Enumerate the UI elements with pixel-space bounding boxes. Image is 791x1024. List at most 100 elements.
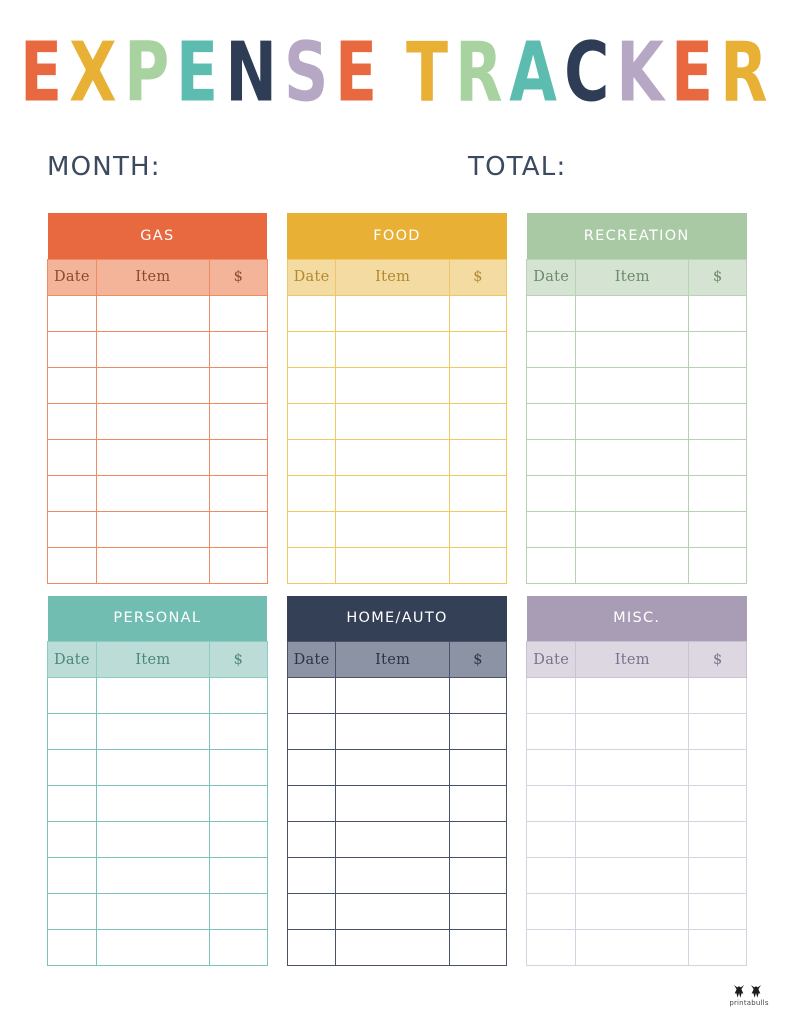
cell-date[interactable] — [286, 857, 337, 894]
cell-date[interactable] — [286, 749, 337, 786]
cell-amount[interactable] — [209, 402, 268, 440]
cell-amount[interactable] — [209, 821, 268, 858]
cell-item[interactable] — [575, 330, 690, 368]
cell-item[interactable] — [575, 893, 690, 930]
cell-date[interactable] — [526, 713, 577, 750]
cell-item[interactable] — [95, 402, 211, 440]
cell-date[interactable] — [286, 821, 337, 858]
cell-item[interactable] — [575, 510, 690, 548]
cell-amount[interactable] — [688, 785, 748, 822]
cell-amount[interactable] — [209, 893, 268, 930]
cell-item[interactable] — [575, 474, 690, 512]
cell-date[interactable] — [47, 438, 97, 476]
cell-date[interactable] — [47, 510, 97, 548]
cell-date[interactable] — [286, 677, 337, 714]
cell-item[interactable] — [575, 366, 690, 404]
cell-date[interactable] — [526, 893, 577, 930]
cell-amount[interactable] — [209, 366, 268, 404]
cell-item[interactable] — [335, 294, 450, 332]
cell-amount[interactable] — [448, 294, 508, 332]
cell-date[interactable] — [47, 857, 97, 894]
cell-amount[interactable] — [688, 857, 748, 894]
cell-date[interactable] — [526, 821, 577, 858]
cell-date[interactable] — [47, 677, 97, 714]
cell-amount[interactable] — [688, 893, 748, 930]
cell-item[interactable] — [335, 474, 450, 512]
cell-item[interactable] — [575, 857, 690, 894]
cell-date[interactable] — [286, 510, 337, 548]
cell-item[interactable] — [575, 546, 690, 584]
cell-item[interactable] — [95, 330, 211, 368]
cell-item[interactable] — [335, 857, 450, 894]
cell-date[interactable] — [526, 857, 577, 894]
cell-item[interactable] — [95, 546, 211, 584]
cell-date[interactable] — [286, 893, 337, 930]
cell-item[interactable] — [95, 677, 211, 714]
cell-date[interactable] — [526, 294, 577, 332]
cell-date[interactable] — [526, 366, 577, 404]
cell-item[interactable] — [335, 438, 450, 476]
cell-date[interactable] — [286, 402, 337, 440]
cell-amount[interactable] — [448, 546, 508, 584]
cell-date[interactable] — [47, 785, 97, 822]
cell-item[interactable] — [575, 785, 690, 822]
cell-amount[interactable] — [688, 546, 748, 584]
cell-item[interactable] — [335, 785, 450, 822]
cell-item[interactable] — [575, 294, 690, 332]
cell-date[interactable] — [286, 294, 337, 332]
cell-amount[interactable] — [448, 510, 508, 548]
cell-date[interactable] — [286, 546, 337, 584]
cell-item[interactable] — [335, 893, 450, 930]
cell-amount[interactable] — [448, 893, 508, 930]
cell-date[interactable] — [286, 330, 337, 368]
cell-amount[interactable] — [688, 402, 748, 440]
cell-amount[interactable] — [209, 677, 268, 714]
cell-amount[interactable] — [209, 857, 268, 894]
cell-item[interactable] — [335, 821, 450, 858]
cell-amount[interactable] — [688, 749, 748, 786]
cell-date[interactable] — [526, 677, 577, 714]
cell-amount[interactable] — [688, 474, 748, 512]
cell-amount[interactable] — [448, 366, 508, 404]
cell-amount[interactable] — [688, 821, 748, 858]
cell-date[interactable] — [526, 929, 577, 966]
cell-item[interactable] — [95, 438, 211, 476]
cell-item[interactable] — [575, 438, 690, 476]
cell-item[interactable] — [335, 366, 450, 404]
cell-date[interactable] — [526, 749, 577, 786]
cell-amount[interactable] — [209, 713, 268, 750]
cell-item[interactable] — [575, 821, 690, 858]
cell-item[interactable] — [95, 785, 211, 822]
cell-date[interactable] — [47, 821, 97, 858]
cell-amount[interactable] — [688, 510, 748, 548]
cell-date[interactable] — [47, 929, 97, 966]
cell-item[interactable] — [95, 510, 211, 548]
cell-item[interactable] — [575, 677, 690, 714]
cell-date[interactable] — [47, 294, 97, 332]
cell-amount[interactable] — [448, 438, 508, 476]
cell-date[interactable] — [47, 330, 97, 368]
cell-date[interactable] — [47, 402, 97, 440]
cell-item[interactable] — [95, 474, 211, 512]
cell-amount[interactable] — [448, 749, 508, 786]
cell-amount[interactable] — [688, 294, 748, 332]
cell-amount[interactable] — [448, 785, 508, 822]
cell-amount[interactable] — [209, 546, 268, 584]
cell-amount[interactable] — [209, 438, 268, 476]
cell-date[interactable] — [526, 438, 577, 476]
cell-item[interactable] — [335, 929, 450, 966]
cell-item[interactable] — [95, 821, 211, 858]
cell-amount[interactable] — [688, 438, 748, 476]
cell-date[interactable] — [47, 749, 97, 786]
cell-date[interactable] — [526, 510, 577, 548]
cell-item[interactable] — [95, 893, 211, 930]
cell-amount[interactable] — [448, 330, 508, 368]
cell-amount[interactable] — [688, 366, 748, 404]
cell-item[interactable] — [95, 713, 211, 750]
cell-item[interactable] — [95, 929, 211, 966]
cell-amount[interactable] — [448, 713, 508, 750]
cell-date[interactable] — [526, 546, 577, 584]
cell-item[interactable] — [95, 857, 211, 894]
cell-amount[interactable] — [688, 330, 748, 368]
cell-amount[interactable] — [448, 857, 508, 894]
